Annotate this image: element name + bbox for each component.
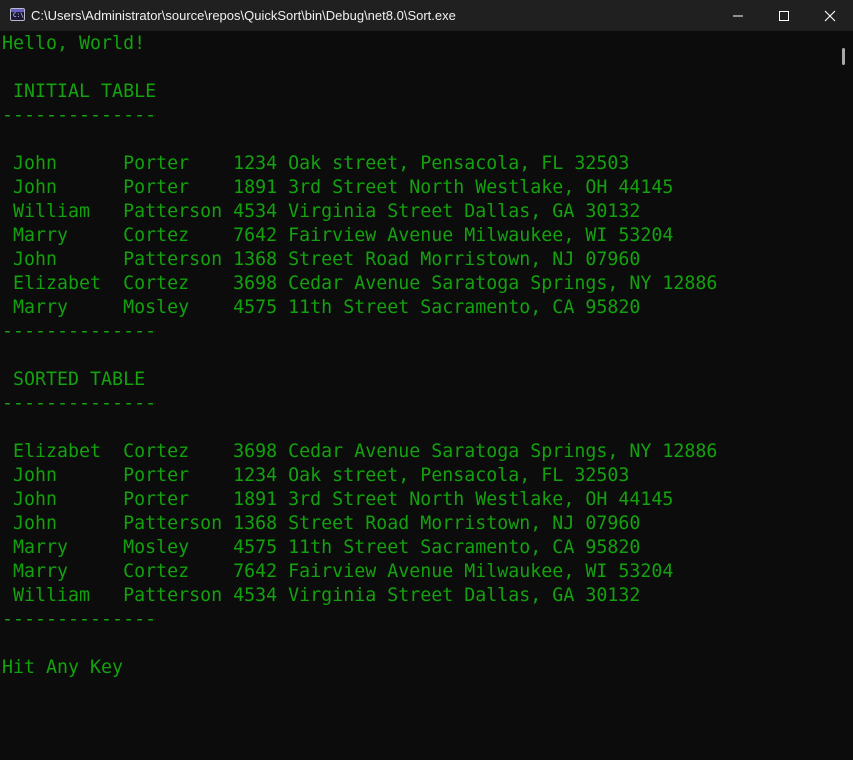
console-line: Hello, World! — [2, 33, 146, 54]
close-icon — [824, 10, 836, 21]
console-line: Elizabet Cortez 3698 Cedar Avenue Sarato… — [2, 273, 718, 294]
console-line: -------------- — [2, 105, 157, 126]
console-line: John Patterson 1368 Street Road Morristo… — [2, 249, 641, 270]
console-line: William Patterson 4534 Virginia Street D… — [2, 585, 641, 606]
console-line: -------------- — [2, 393, 157, 414]
console-line: -------------- — [2, 321, 157, 342]
console-line: John Porter 1891 3rd Street North Westla… — [2, 177, 674, 198]
console-app-icon: C:\ — [10, 8, 25, 21]
window-title: C:\Users\Administrator\source\repos\Quic… — [31, 8, 456, 23]
console-line: John Porter 1234 Oak street, Pensacola, … — [2, 465, 630, 486]
console-line: INITIAL TABLE — [2, 81, 157, 102]
minimize-icon — [733, 15, 743, 16]
console-line: William Patterson 4534 Virginia Street D… — [2, 201, 641, 222]
console-line: SORTED TABLE — [2, 369, 146, 390]
vertical-scrollbar[interactable] — [836, 31, 853, 760]
console-line: -------------- — [2, 609, 157, 630]
console-output[interactable]: Hello, World! INITIAL TABLE -------------… — [0, 31, 836, 760]
close-button[interactable] — [807, 0, 853, 31]
console-line: Hit Any Key — [2, 657, 124, 678]
console-window: C:\ C:\Users\Administrator\source\repos\… — [0, 0, 853, 760]
console-line: Elizabet Cortez 3698 Cedar Avenue Sarato… — [2, 441, 718, 462]
title-bar[interactable]: C:\ C:\Users\Administrator\source\repos\… — [0, 0, 853, 31]
console-line: John Patterson 1368 Street Road Morristo… — [2, 513, 641, 534]
maximize-icon — [779, 10, 789, 21]
console-line: John Porter 1891 3rd Street North Westla… — [2, 489, 674, 510]
minimize-button[interactable] — [715, 0, 761, 31]
console-line: Marry Cortez 7642 Fairview Avenue Milwau… — [2, 561, 674, 582]
maximize-button[interactable] — [761, 0, 807, 31]
console-line: Marry Mosley 4575 11th Street Sacramento… — [2, 537, 641, 558]
console-line: Marry Cortez 7642 Fairview Avenue Milwau… — [2, 225, 674, 246]
app-icon-glyph: C:\ — [13, 12, 24, 19]
console-line: John Porter 1234 Oak street, Pensacola, … — [2, 153, 630, 174]
console-line: Marry Mosley 4575 11th Street Sacramento… — [2, 297, 641, 318]
scrollbar-thumb[interactable] — [842, 48, 845, 65]
